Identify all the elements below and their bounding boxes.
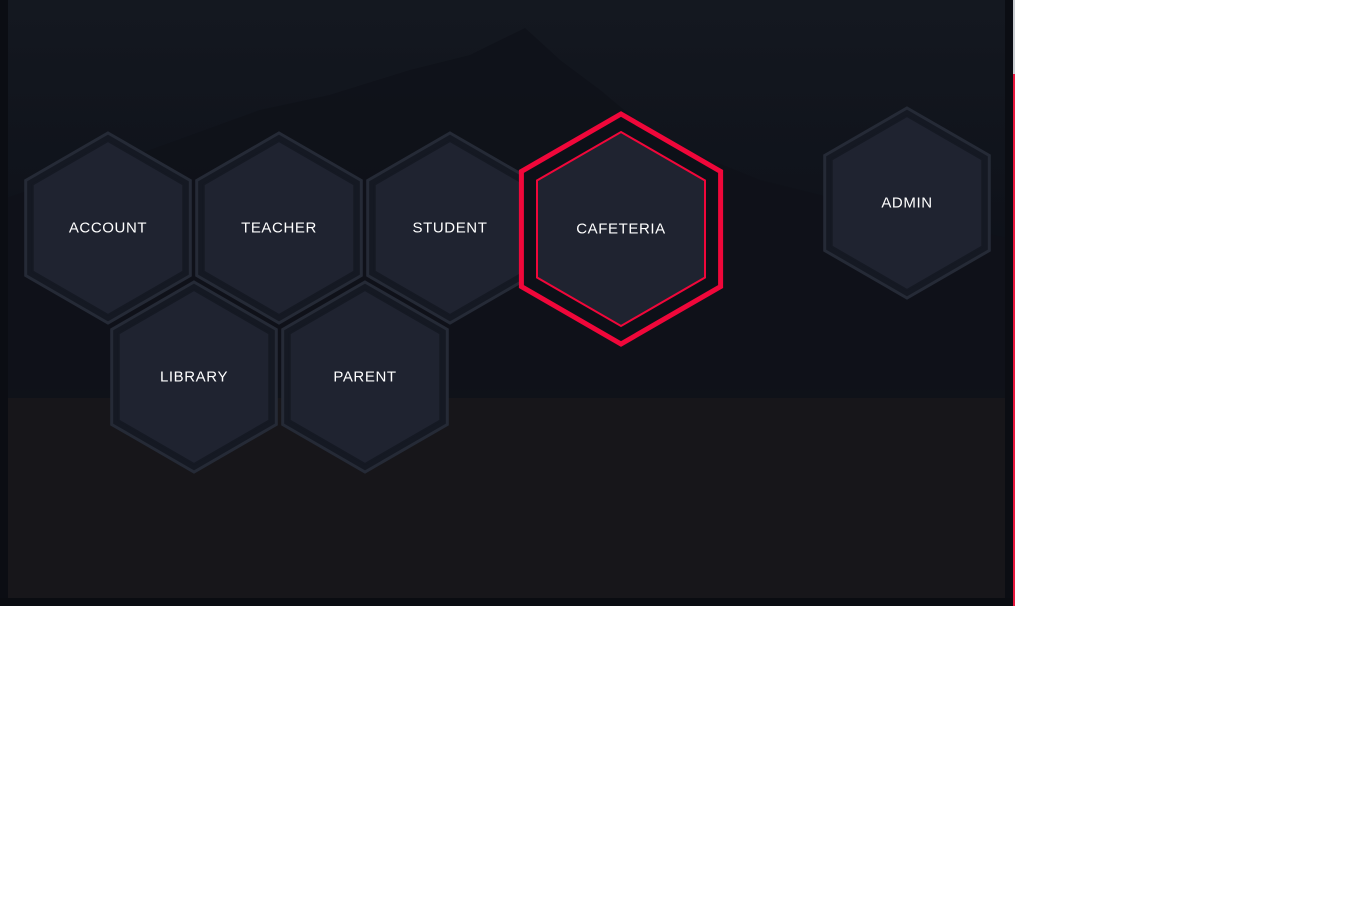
tile-label: CAFETERIA <box>576 220 666 238</box>
accent-scroll-rail[interactable] <box>1013 74 1015 606</box>
tile-cafeteria[interactable]: CAFETERIA <box>498 106 744 352</box>
tile-label: ADMIN <box>881 194 933 212</box>
scroll-track-top <box>1013 0 1015 74</box>
hex-menu-panel: ACCOUNT TEACHER STUDENT CAFETERIA ADMIN … <box>0 0 1015 606</box>
tile-label: PARENT <box>333 368 397 386</box>
tile-parent[interactable]: PARENT <box>263 275 467 479</box>
tile-admin[interactable]: ADMIN <box>805 101 1009 305</box>
